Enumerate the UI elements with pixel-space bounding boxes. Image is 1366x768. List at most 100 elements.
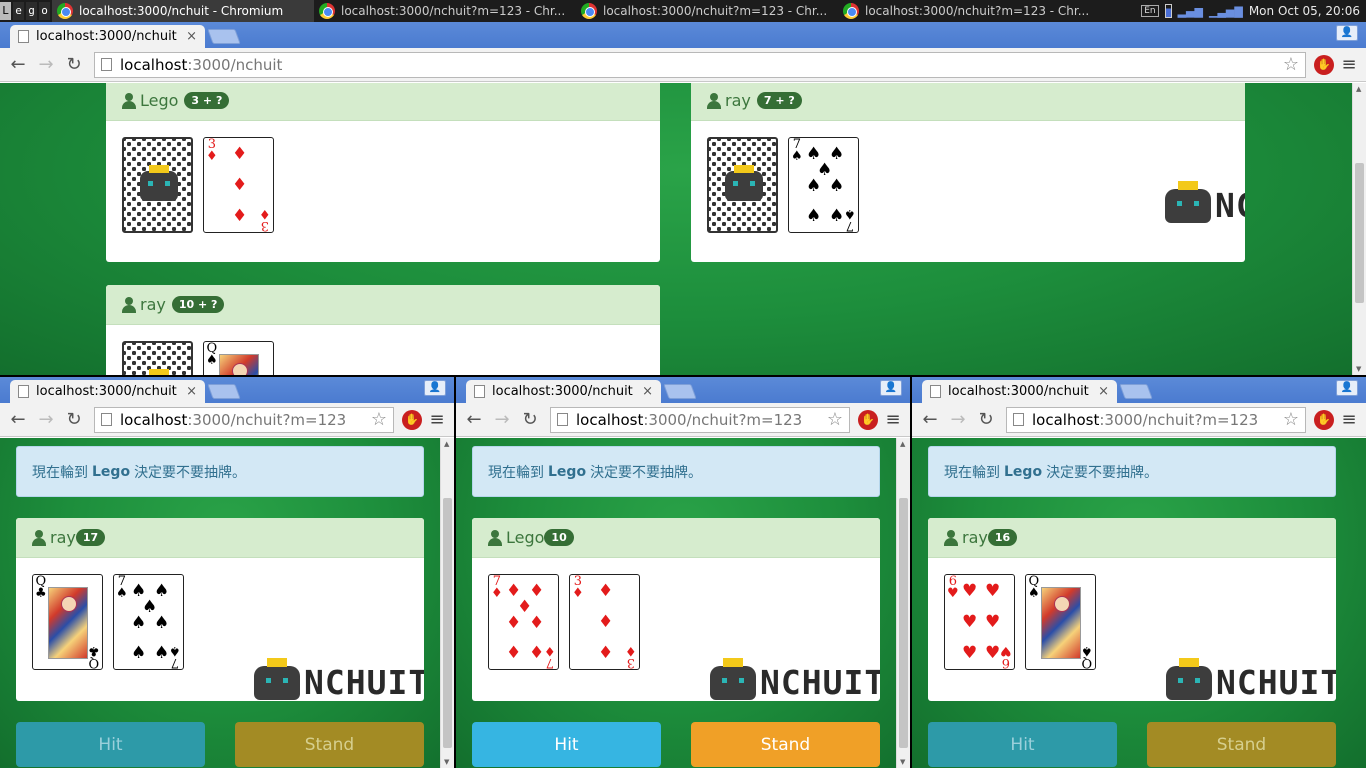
reload-icon[interactable]: ↻ (62, 53, 86, 77)
reload-icon[interactable]: ↻ (974, 408, 998, 432)
menu-icon[interactable]: ≡ (882, 409, 904, 430)
volume-icon[interactable]: ▁▃▅▇ (1209, 5, 1243, 18)
player-name: ray (962, 528, 988, 547)
suit-pip: ♦ (529, 643, 545, 663)
taskbar-task-4[interactable]: localhost:3000/nchuit?m=123 - Chr... (838, 0, 1098, 22)
browser-tab[interactable]: localhost:3000/nchuit × (466, 380, 661, 403)
card-suit: ♣ (88, 643, 100, 658)
stand-button[interactable]: Stand (691, 722, 880, 767)
scrollbar-thumb[interactable] (899, 498, 908, 748)
stand-button[interactable]: Stand (235, 722, 424, 767)
profile-icon[interactable]: 👤 (424, 380, 446, 396)
tab-strip: localhost:3000/nchuit × 👤 (0, 22, 1366, 48)
workspace-2[interactable]: e (13, 2, 24, 20)
reload-icon[interactable]: ↻ (62, 408, 86, 432)
page-viewport: 現在輪到 Lego 決定要不要抽牌。 ray 17 Q ♣ Q ♣ 7 ♠ ♠ ♠ ♠ ♠ … (0, 438, 454, 768)
stop-extension-icon[interactable]: ✋ (402, 409, 422, 430)
stop-extension-icon[interactable]: ✋ (1314, 54, 1334, 75)
new-tab-button[interactable] (207, 384, 241, 399)
workspace-1[interactable]: L (0, 2, 11, 20)
profile-icon[interactable]: 👤 (1336, 25, 1358, 41)
hit-button[interactable]: Hit (472, 722, 661, 767)
workspace-switcher[interactable]: L e g o (0, 0, 52, 22)
profile-icon[interactable]: 👤 (1336, 380, 1358, 396)
card-hand: Q ♣ Q ♣ 7 ♠ ♠ ♠ ♠ ♠ ♠ ♠ ♠ 7 ♠ (32, 574, 184, 670)
suit-pip: ♠ (131, 643, 147, 663)
player-header: Lego 3 + ? (106, 83, 660, 121)
turn-alert: 現在輪到 Lego 決定要不要抽牌。 (472, 446, 880, 497)
back-icon[interactable]: ← (462, 408, 486, 432)
card-hand: 6 ♥ ♥ ♥ ♥ ♥ ♥ ♥ 6 ♥ Q ♠ Q ♠ (944, 574, 1096, 670)
stop-extension-icon[interactable]: ✋ (858, 409, 878, 430)
card-suit: ♦ (206, 149, 218, 164)
url-path: :3000/nchuit?m=123 (1099, 410, 1259, 429)
playing-card: 7 ♠ ♠ ♠ ♠ ♠ ♠ ♠ ♠ 7 ♠ (788, 137, 859, 233)
address-bar[interactable]: localhost:3000/nchuit?m=123 ☆ (94, 406, 394, 433)
card-suit: ♠ (1081, 643, 1093, 658)
battery-icon[interactable] (1164, 4, 1172, 18)
bookmark-star-icon[interactable]: ☆ (371, 409, 387, 430)
browser-tab[interactable]: localhost:3000/nchuit × (922, 380, 1117, 403)
address-bar[interactable]: localhost:3000/nchuit?m=123 ☆ (550, 406, 850, 433)
card-hand: 7 ♦ ♦ ♦ ♦ ♦ ♦ ♦ ♦ 7 ♦ 3 ♦ ♦ ♦ ♦ 3 ♦ (488, 574, 640, 670)
suit-pip: ♠ (806, 206, 822, 226)
player-panel-ray-1: ray 7 + ? 7♠ ♠ ♠ ♠ ♠ ♠ ♠ ♠ 7♠ NCHUIT (691, 83, 1245, 262)
back-icon[interactable]: ← (6, 53, 30, 77)
profile-icon[interactable]: 👤 (880, 380, 902, 396)
workspace-3[interactable]: g (26, 2, 37, 20)
player-name: ray (140, 295, 166, 314)
hit-button[interactable]: Hit (16, 722, 205, 767)
player-panel: ray 17 Q ♣ Q ♣ 7 ♠ ♠ ♠ ♠ ♠ ♠ ♠ ♠ 7 ♠ NCH… (16, 518, 424, 701)
new-tab-button[interactable] (1119, 384, 1153, 399)
clock[interactable]: Mon Oct 05, 20:06 (1249, 4, 1360, 18)
browser-tab[interactable]: localhost:3000/nchuit × (10, 380, 205, 403)
scrollbar-thumb[interactable] (1355, 163, 1364, 303)
forward-icon[interactable]: → (34, 53, 58, 77)
page-icon (18, 30, 29, 43)
forward-icon[interactable]: → (946, 408, 970, 432)
bookmark-star-icon[interactable]: ☆ (1283, 54, 1299, 75)
hit-button[interactable]: Hit (928, 722, 1117, 767)
taskbar-task-3[interactable]: localhost:3000/nchuit?m=123 - Chr... (576, 0, 838, 22)
suit-pip: ♠ (154, 643, 170, 663)
scrollbar[interactable]: ▲ ▼ (440, 438, 454, 768)
menu-icon[interactable]: ≡ (426, 409, 448, 430)
player-name: Lego (140, 91, 179, 110)
forward-icon[interactable]: → (490, 408, 514, 432)
menu-icon[interactable]: ≡ (1338, 409, 1360, 430)
browser-tab[interactable]: localhost:3000/nchuit × (10, 25, 205, 48)
browser-window-3: localhost:3000/nchuit × 👤 ← → ↻ localhost… (912, 377, 1366, 768)
workspace-4[interactable]: o (39, 2, 50, 20)
scrollbar[interactable]: ▲ ▼ (896, 438, 910, 768)
back-icon[interactable]: ← (6, 408, 30, 432)
taskbar-task-1[interactable]: localhost:3000/nchuit - Chromium (52, 0, 314, 22)
taskbar-task-2[interactable]: localhost:3000/nchuit?m=123 - Chr... (314, 0, 576, 22)
card-suit: ♦ (544, 643, 556, 658)
card-suit: ♠ (791, 149, 803, 164)
scrollbar-thumb[interactable] (443, 498, 452, 748)
close-icon[interactable]: × (642, 384, 653, 399)
new-tab-button[interactable] (663, 384, 697, 399)
keyboard-layout-indicator[interactable]: En (1141, 5, 1159, 17)
reload-icon[interactable]: ↻ (518, 408, 542, 432)
new-tab-button[interactable] (207, 29, 241, 44)
close-icon[interactable]: × (1098, 384, 1109, 399)
stop-extension-icon[interactable]: ✋ (1314, 409, 1334, 430)
close-icon[interactable]: × (186, 384, 197, 399)
address-bar[interactable]: localhost:3000/nchuit?m=123 ☆ (1006, 406, 1306, 433)
bookmark-star-icon[interactable]: ☆ (1283, 409, 1299, 430)
bookmark-star-icon[interactable]: ☆ (827, 409, 843, 430)
close-icon[interactable]: × (186, 29, 197, 44)
menu-icon[interactable]: ≡ (1338, 54, 1360, 75)
page-icon (930, 385, 941, 398)
alert-player-name: Lego (548, 463, 587, 480)
stand-button[interactable]: Stand (1147, 722, 1336, 767)
scrollbar[interactable]: ▲ ▼ (1352, 83, 1366, 375)
address-bar[interactable]: localhost:3000/nchuit ☆ (94, 51, 1306, 78)
page-viewport: 現在輪到 Lego 決定要不要抽牌。 Lego 10 7 ♦ ♦ ♦ ♦ ♦ ♦ ♦ ♦… (456, 438, 910, 768)
back-icon[interactable]: ← (918, 408, 942, 432)
page-viewport: Lego 3 + ? 3 ♦ ♦ ♦ ♦ 3 ♦ ray 7 + ? 7 ♠ ♠ ♠ (0, 83, 1366, 375)
forward-icon[interactable]: → (34, 408, 58, 432)
score-badge: 17 (75, 529, 106, 546)
network-icon[interactable]: ▂▄▆ (1178, 5, 1203, 18)
